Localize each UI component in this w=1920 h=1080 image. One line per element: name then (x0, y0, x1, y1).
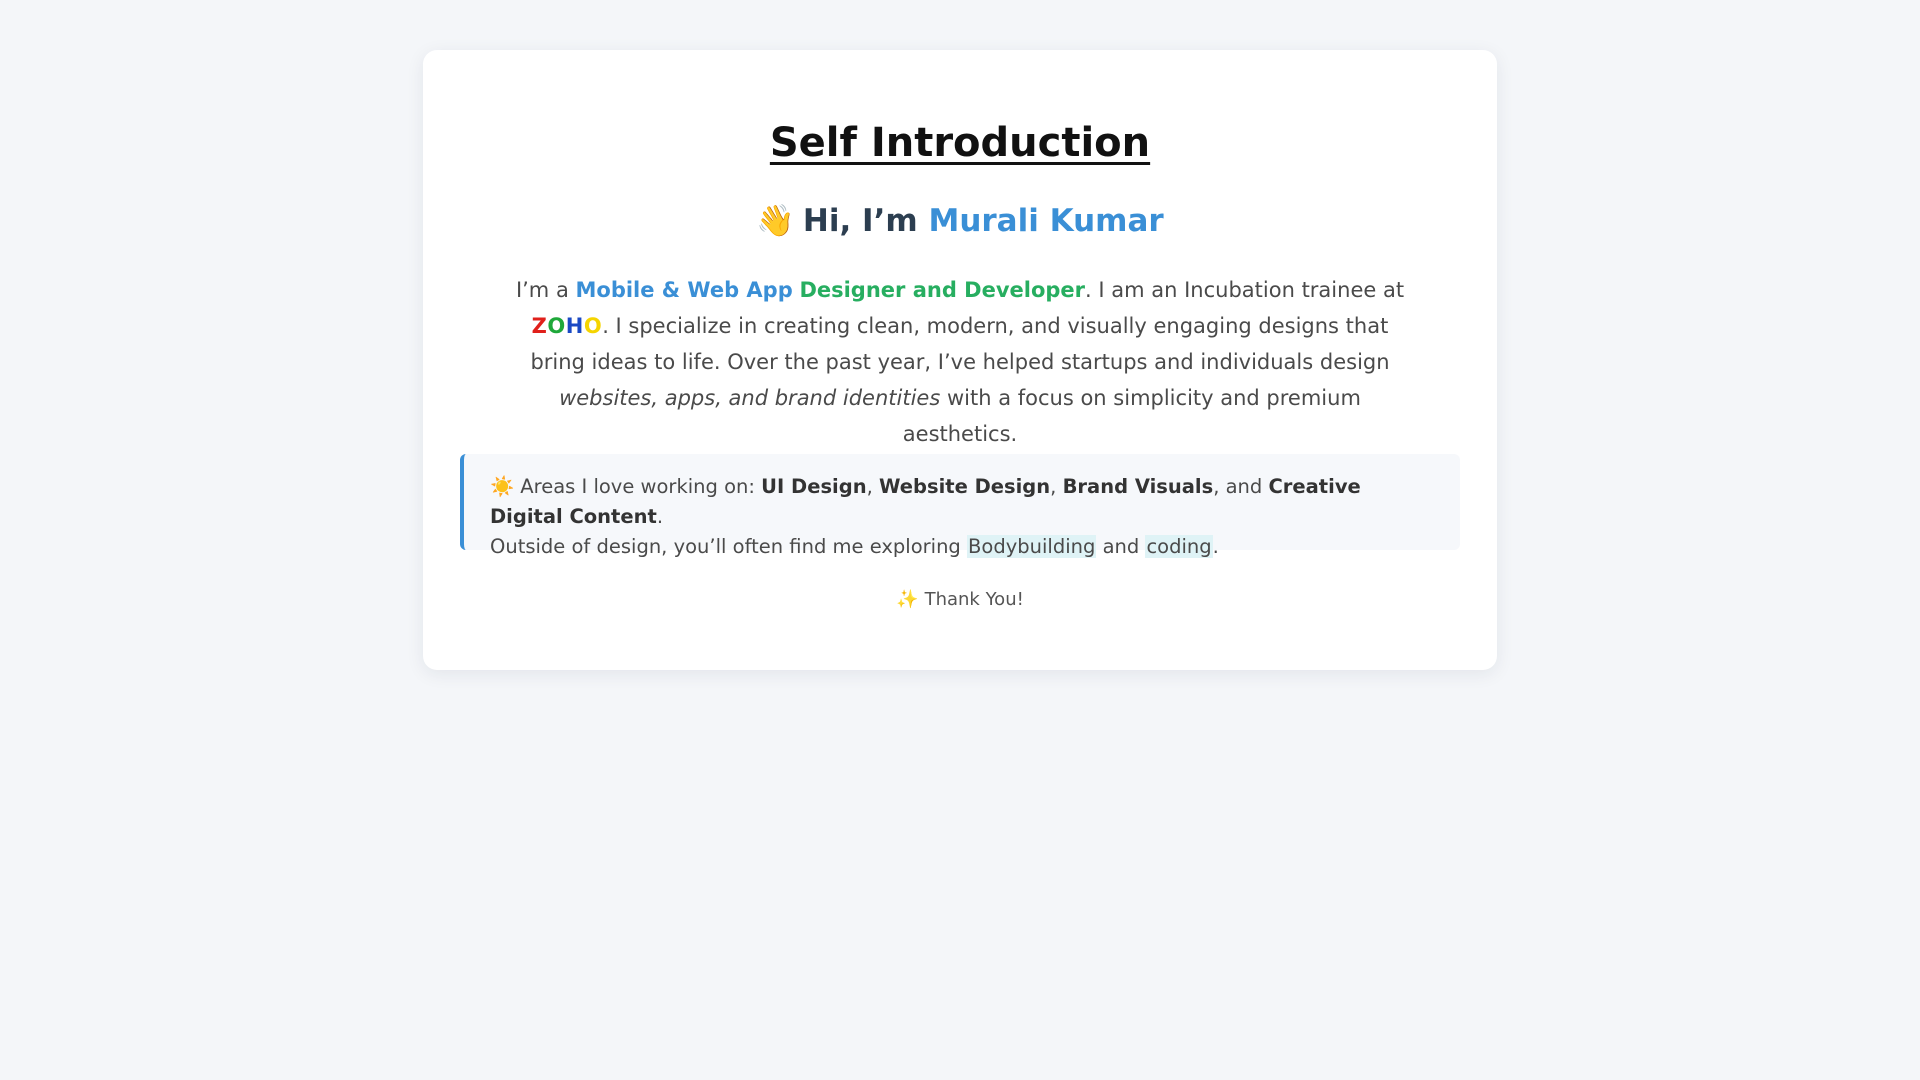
hobby-highlight: coding (1145, 535, 1213, 558)
company-letter-z: Z (531, 314, 548, 338)
thank-you-text: Thank You! (924, 589, 1024, 610)
hobby-highlight: Bodybuilding (967, 535, 1097, 558)
thank-you-line: ✨ Thank You! (423, 589, 1497, 610)
intro-text-4: with a focus on simplicity and premium a… (902, 386, 1361, 446)
company-letter-h: H (565, 314, 584, 338)
person-name: Murali Kumar (928, 203, 1164, 239)
waving-hand-icon: 👋 (756, 203, 795, 239)
area-item: Website Design (878, 475, 1051, 498)
company-logo-text: ZOHO (532, 314, 603, 338)
intro-text-2: . I am an Incubation trainee at (1085, 278, 1405, 302)
sun-icon: ☀️ (490, 475, 515, 498)
greeting-prefix: Hi, I’m (802, 203, 918, 239)
role-highlight-green: Designer and Developer (799, 278, 1086, 302)
company-letter-o-2: O (583, 314, 603, 338)
intro-paragraph: I’m a Mobile & Web App Designer and Deve… (503, 272, 1417, 452)
role-highlight-blue: Mobile & Web App (575, 278, 793, 302)
area-item: UI Design (761, 475, 867, 498)
company-letter-o: O (547, 314, 566, 338)
areas-and-word: and (1225, 475, 1263, 498)
outside-text: Outside of design, you’ll often find me … (490, 535, 961, 558)
intro-text-1: I’m a (515, 278, 569, 302)
area-item: Brand Visuals (1062, 475, 1214, 498)
intro-text-3: . I specialize in creating clean, modern… (530, 314, 1390, 374)
greeting-heading: 👋 Hi, I’m Murali Kumar (423, 202, 1497, 239)
areas-callout: ☀️ Areas I love working on: UI Design, We… (460, 454, 1460, 558)
sparkles-icon: ✨ (896, 589, 919, 610)
intro-card: Self Introduction 👋 Hi, I’m Murali Kumar … (423, 50, 1497, 670)
page-title: Self Introduction (769, 120, 1151, 166)
intro-emphasis: websites, apps, and brand identities (559, 386, 941, 410)
areas-lead: Areas I love working on: (520, 475, 755, 498)
hobbies-and-word: and (1102, 535, 1140, 558)
